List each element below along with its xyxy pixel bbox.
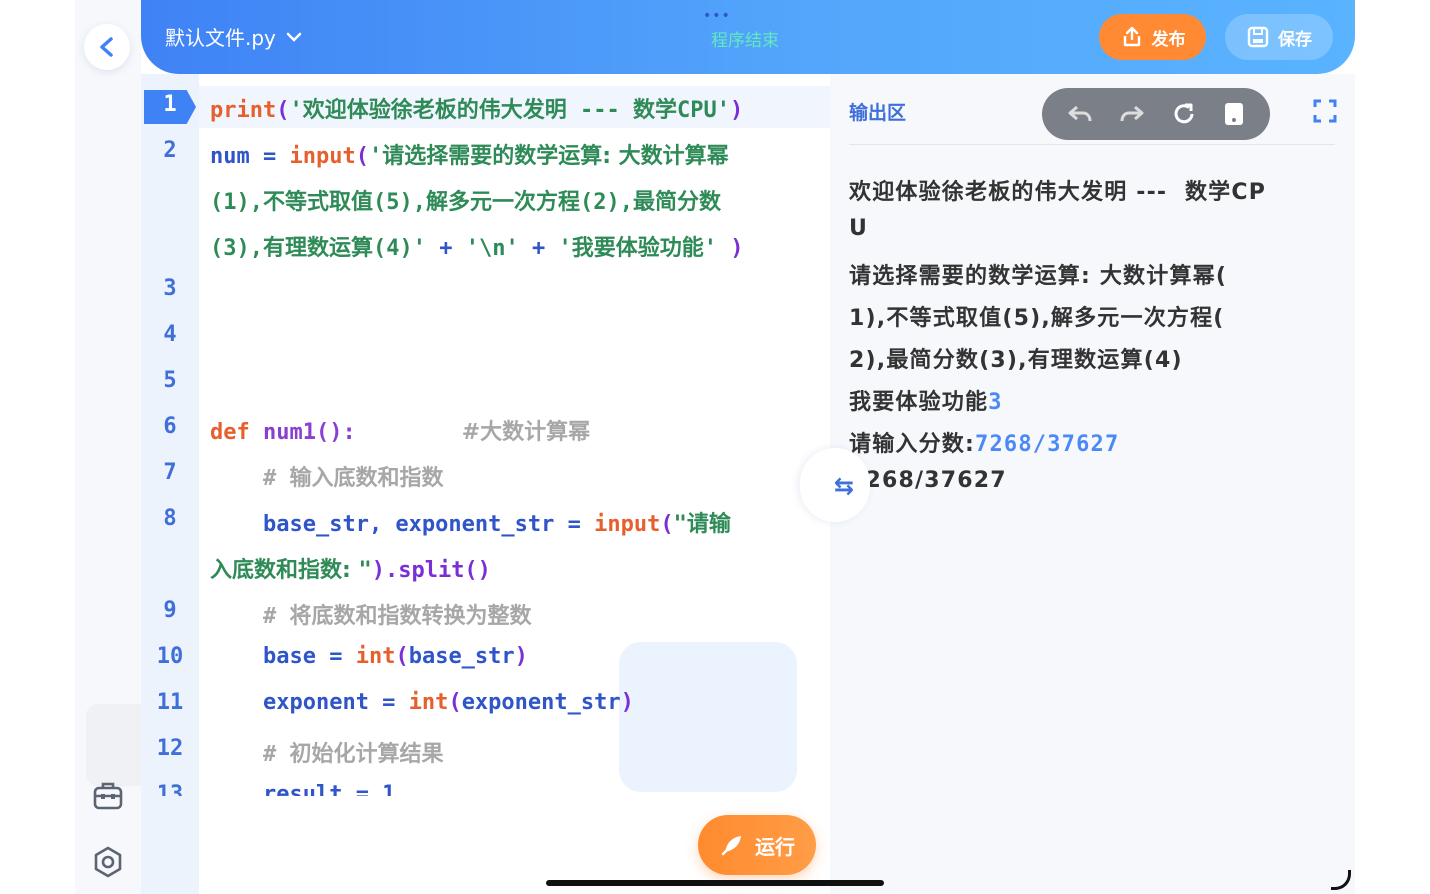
code-line-2-wrap-1[interactable]: (1),不等式取值(5),解多元一次方程(2),最简分数: [210, 184, 721, 216]
user-input: 3: [988, 390, 1003, 415]
home-indicator: [546, 880, 884, 886]
line-number: 11: [156, 690, 184, 715]
code-line-8-wrap[interactable]: 入底数和指数: ").split(): [210, 552, 491, 584]
run-label: 运行: [755, 834, 795, 859]
output-line: 欢迎体验徐老板的伟大发明 --- 数学CP: [849, 180, 1267, 205]
line-number: 8: [163, 506, 177, 531]
top-bar: ••• 默认文件.py 程序结束 发布 保存: [141, 0, 1355, 74]
file-name: 默认文件.py: [165, 26, 276, 50]
code-line-9[interactable]: # 将底数和指数转换为整数: [210, 598, 532, 630]
code-line-11[interactable]: exponent = int(exponent_str): [210, 690, 634, 715]
output-title: 输出区: [849, 102, 907, 124]
line-number: 9: [163, 598, 177, 623]
chevron-down-icon: [286, 32, 302, 42]
redo-icon[interactable]: [1119, 103, 1145, 125]
code-line-1[interactable]: print('欢迎体验徐老板的伟大发明 --- 数学CPU'): [210, 92, 743, 124]
file-selector[interactable]: 默认文件.py: [165, 22, 302, 51]
user-input: 7268/37627: [975, 432, 1120, 457]
publish-button[interactable]: 发布: [1099, 14, 1206, 60]
line-number: 1: [163, 92, 177, 117]
settings-button[interactable]: [88, 842, 128, 882]
line-number: 6: [163, 414, 177, 439]
drag-handle[interactable]: •••: [703, 8, 731, 24]
save-button[interactable]: 保存: [1225, 14, 1333, 60]
output-line: 7268/37627: [849, 468, 1007, 493]
publish-label: 发布: [1151, 29, 1186, 50]
code-line-2[interactable]: num = input('请选择需要的数学运算: 大数计算幂: [210, 138, 729, 170]
output-line: 2),最简分数(3),有理数运算(4): [849, 348, 1183, 373]
save-icon: [1247, 26, 1269, 48]
line-number: 10: [156, 644, 184, 669]
code-line-12[interactable]: # 初始化计算结果: [210, 736, 444, 768]
code-line-7[interactable]: # 输入底数和指数: [210, 460, 444, 492]
chevron-left-icon: [100, 37, 113, 57]
output-line: 1),不等式取值(5),解多元一次方程(: [849, 306, 1225, 331]
gear-icon: [94, 846, 122, 878]
refresh-icon[interactable]: [1171, 101, 1197, 127]
output-line: 请输入分数:7268/37627: [849, 426, 1339, 458]
line-number: 5: [163, 368, 177, 393]
line-number: 12: [156, 736, 184, 761]
save-label: 保存: [1278, 29, 1312, 50]
line-number: 4: [163, 322, 177, 347]
code-editor[interactable]: 1 2 3 4 5 6 7 8 9 10 11 12 13 print('欢迎体…: [141, 74, 830, 894]
code-line-2-wrap-2[interactable]: (3),有理数运算(4)' + '\n' + '我要体验功能' ): [210, 230, 743, 262]
output-toolbar: [1042, 88, 1270, 140]
toolbox-icon: [93, 782, 123, 810]
panel-toggle-button[interactable]: ⇆: [800, 448, 870, 522]
line-number: 7: [163, 460, 177, 485]
device-icon[interactable]: [1223, 101, 1245, 127]
code-line-10[interactable]: base = int(base_str): [210, 644, 528, 669]
run-button[interactable]: 运行: [698, 815, 816, 875]
share-icon: [1123, 26, 1140, 47]
run-status: 程序结束: [711, 31, 779, 51]
swap-icon: ⇆: [834, 472, 855, 500]
fullscreen-icon[interactable]: [1312, 98, 1338, 124]
line-number: 13: [156, 782, 184, 796]
line-number: 2: [163, 138, 177, 163]
code-line-13[interactable]: result = 1: [210, 782, 395, 796]
back-button[interactable]: [84, 24, 130, 70]
code-line-8[interactable]: base_str, exponent_str = input("请输: [210, 506, 731, 538]
output-line: 请选择需要的数学运算: 大数计算幂(: [849, 264, 1228, 289]
output-divider: [849, 144, 1335, 145]
watermark-graphic: [619, 642, 797, 792]
rocket-icon: [721, 836, 741, 856]
output-prompt: 我要体验功能: [849, 390, 989, 415]
code-line-6[interactable]: def num1(): #大数计算幂: [210, 414, 590, 446]
code-string: '欢迎体验徐老板的伟大发明 --- 数学CPU': [289, 98, 730, 123]
line-number: 3: [163, 276, 177, 301]
toolbox-button[interactable]: [88, 776, 128, 816]
output-line: 我要体验功能3: [849, 384, 1339, 416]
output-line: U: [849, 216, 869, 241]
output-prompt: 请输入分数:: [849, 432, 975, 457]
output-panel: 输出区 欢迎体验徐老板的伟大发明 --- 数学CP U 请选择需要的数学运算: …: [830, 74, 1355, 894]
undo-icon[interactable]: [1067, 103, 1093, 125]
